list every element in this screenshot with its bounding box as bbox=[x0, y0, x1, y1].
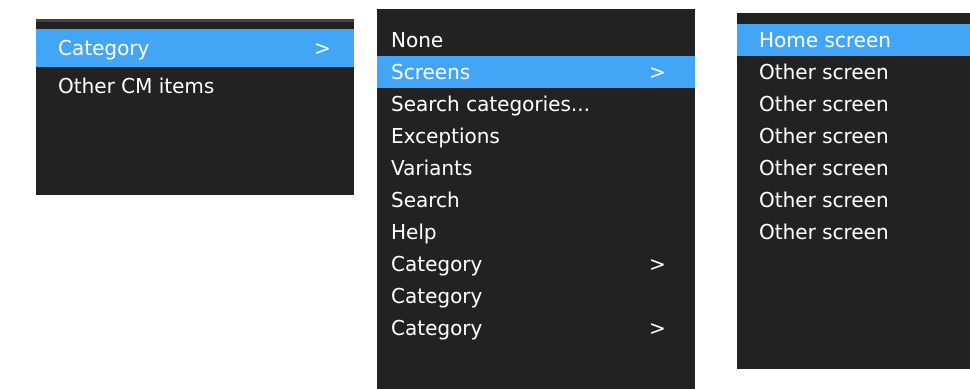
menu-item-label: Variants bbox=[391, 156, 473, 180]
menu-item-other-screen[interactable]: Other screen bbox=[737, 152, 970, 184]
menu-item-label: Search categories... bbox=[391, 92, 590, 116]
menu-item-other-screen[interactable]: Other screen bbox=[737, 88, 970, 120]
menu-item-label: Exceptions bbox=[391, 124, 500, 148]
menu-item-label: Search bbox=[391, 188, 460, 212]
menu-item-list: Category > Other CM items bbox=[36, 22, 354, 105]
menu-item-label: Other screen bbox=[759, 220, 889, 244]
submenu-category: None Screens > Search categories... Exce… bbox=[377, 9, 695, 389]
menu-item-label: Category bbox=[391, 316, 483, 340]
menu-item-label: Other screen bbox=[759, 156, 889, 180]
menu-item-list: None Screens > Search categories... Exce… bbox=[377, 9, 695, 344]
chevron-right-icon: > bbox=[649, 316, 666, 340]
menu-item-screens[interactable]: Screens > bbox=[377, 56, 695, 88]
menu-item-label: Help bbox=[391, 220, 437, 244]
menu-item-label: Other screen bbox=[759, 124, 889, 148]
menu-item-label: Category bbox=[58, 36, 150, 60]
menu-item-search-categories[interactable]: Search categories... bbox=[377, 88, 695, 120]
menu-item-label: Other screen bbox=[759, 188, 889, 212]
menu-item-exceptions[interactable]: Exceptions bbox=[377, 120, 695, 152]
menu-item-help[interactable]: Help bbox=[377, 216, 695, 248]
menu-item-label: Other screen bbox=[759, 60, 889, 84]
menu-item-category[interactable]: Category > bbox=[36, 29, 354, 67]
menu-item-label: None bbox=[391, 28, 444, 52]
chevron-right-icon: > bbox=[314, 36, 331, 60]
menu-item-home-screen[interactable]: Home screen bbox=[737, 24, 970, 56]
submenu-screens: Home screen Other screen Other screen Ot… bbox=[737, 13, 970, 369]
chevron-right-icon: > bbox=[649, 60, 666, 84]
menu-item-label: Home screen bbox=[759, 28, 891, 52]
menu-item-search[interactable]: Search bbox=[377, 184, 695, 216]
menu-item-label: Other CM items bbox=[58, 74, 215, 98]
menu-item-other-screen[interactable]: Other screen bbox=[737, 56, 970, 88]
menu-item-label: Category bbox=[391, 284, 483, 308]
menu-item-other-cm-items[interactable]: Other CM items bbox=[36, 67, 354, 105]
chevron-right-icon: > bbox=[649, 252, 666, 276]
menu-item-other-screen[interactable]: Other screen bbox=[737, 216, 970, 248]
menu-item-label: Category bbox=[391, 252, 483, 276]
menu-item-other-screen[interactable]: Other screen bbox=[737, 184, 970, 216]
menu-item-list: Home screen Other screen Other screen Ot… bbox=[737, 13, 970, 248]
context-menu-main: Category > Other CM items bbox=[36, 19, 354, 195]
menu-item-category[interactable]: Category > bbox=[377, 312, 695, 344]
menu-item-variants[interactable]: Variants bbox=[377, 152, 695, 184]
menu-item-label: Other screen bbox=[759, 92, 889, 116]
menu-item-category[interactable]: Category > bbox=[377, 248, 695, 280]
menu-item-other-screen[interactable]: Other screen bbox=[737, 120, 970, 152]
menu-item-label: Screens bbox=[391, 60, 471, 84]
menu-item-category[interactable]: Category bbox=[377, 280, 695, 312]
menu-item-none[interactable]: None bbox=[377, 24, 695, 56]
